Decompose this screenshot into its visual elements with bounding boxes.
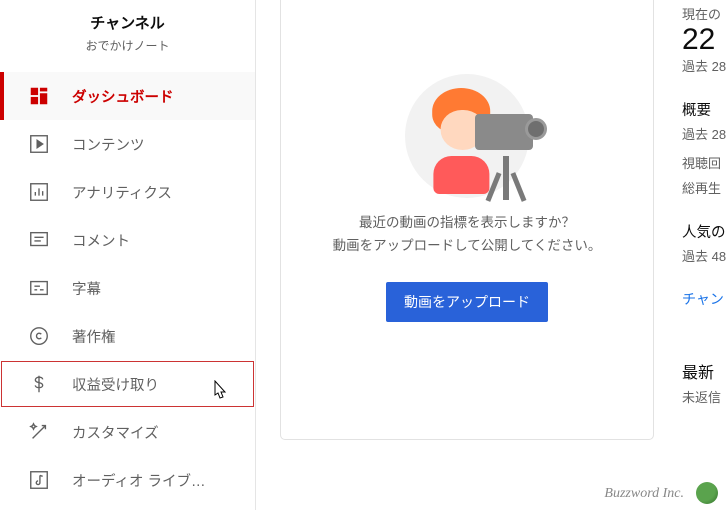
sidebar-item-label: コメント bbox=[72, 230, 130, 251]
sidebar-item-subtitles[interactable]: 字幕 bbox=[0, 264, 255, 312]
news-label: 最新 bbox=[682, 359, 728, 383]
sidebar-item-label: オーディオ ライブ… bbox=[72, 470, 206, 491]
sidebar-item-dashboard[interactable]: ダッシュボード bbox=[0, 72, 255, 120]
sidebar-item-label: 字幕 bbox=[72, 278, 101, 299]
overview-period: 過去 28 bbox=[682, 124, 728, 143]
prompt-line-2: 動画をアップロードして公開してください。 bbox=[333, 235, 602, 258]
popular-label: 人気の bbox=[682, 221, 728, 242]
channel-analytics-link[interactable]: チャン bbox=[682, 289, 728, 309]
prompt-line-1: 最近の動画の指標を表示しますか？ bbox=[333, 212, 602, 235]
sidebar-item-monetization[interactable]: 収益受け取り bbox=[0, 360, 255, 408]
sidebar-nav: ダッシュボード コンテンツ アナリティクス コメント 字幕 bbox=[0, 72, 255, 504]
sidebar-item-label: ダッシュボード bbox=[72, 86, 174, 107]
sidebar-item-label: 収益受け取り bbox=[72, 374, 159, 395]
popular-block: 人気の 過去 48 bbox=[682, 221, 728, 265]
sidebar-item-analytics[interactable]: アナリティクス bbox=[0, 168, 255, 216]
channel-name: おでかけノート bbox=[0, 37, 255, 54]
subscribers-label: 現在の bbox=[682, 4, 728, 23]
subscribers-count: 22 bbox=[682, 23, 728, 56]
copyright-icon bbox=[28, 325, 50, 347]
wand-icon bbox=[28, 421, 50, 443]
sidebar-item-label: カスタマイズ bbox=[72, 422, 159, 443]
dollar-icon bbox=[28, 373, 50, 395]
analytics-link-block[interactable]: チャン bbox=[682, 289, 728, 309]
sidebar: チャンネル おでかけノート ダッシュボード コンテンツ アナリティクス bbox=[0, 0, 256, 510]
views-label: 視聴回 bbox=[682, 153, 728, 172]
sidebar-item-label: アナリティクス bbox=[72, 182, 172, 203]
subscriber-block: 現在の 22 過去 28 bbox=[682, 4, 728, 75]
stats-column: 現在の 22 過去 28 概要 過去 28 視聴回 総再生 人気の 過去 48 … bbox=[682, 4, 728, 430]
footer-brand: Buzzword Inc. bbox=[604, 486, 684, 502]
channel-label: チャンネル bbox=[0, 12, 255, 33]
sidebar-item-label: 著作権 bbox=[72, 326, 116, 347]
news-sub: 未返信 bbox=[682, 387, 728, 406]
subscribers-period: 過去 28 bbox=[682, 56, 728, 75]
play-square-icon bbox=[28, 133, 50, 155]
avatar[interactable] bbox=[696, 482, 718, 504]
upload-prompt-text: 最近の動画の指標を表示しますか？ 動画をアップロードして公開してください。 bbox=[333, 212, 602, 258]
sidebar-item-copyright[interactable]: 著作権 bbox=[0, 312, 255, 360]
subtitles-icon bbox=[28, 277, 50, 299]
upload-video-button[interactable]: 動画をアップロード bbox=[386, 282, 548, 322]
music-note-icon bbox=[28, 469, 50, 491]
watch-label: 総再生 bbox=[682, 178, 728, 197]
sidebar-item-label: コンテンツ bbox=[72, 134, 145, 155]
sidebar-item-audio-library[interactable]: オーディオ ライブ… bbox=[0, 456, 255, 504]
sidebar-item-comments[interactable]: コメント bbox=[0, 216, 255, 264]
sidebar-item-content[interactable]: コンテンツ bbox=[0, 120, 255, 168]
overview-label: 概要 bbox=[682, 99, 728, 120]
news-block: 最新 未返信 bbox=[682, 359, 728, 406]
analytics-icon bbox=[28, 181, 50, 203]
popular-period: 過去 48 bbox=[682, 246, 728, 265]
channel-header: チャンネル おでかけノート bbox=[0, 0, 255, 72]
upload-prompt-card: 最近の動画の指標を表示しますか？ 動画をアップロードして公開してください。 動画… bbox=[280, 0, 654, 440]
comments-icon bbox=[28, 229, 50, 251]
dashboard-icon bbox=[28, 85, 50, 107]
camera-illustration bbox=[397, 72, 537, 200]
overview-block: 概要 過去 28 視聴回 総再生 bbox=[682, 99, 728, 197]
sidebar-item-customize[interactable]: カスタマイズ bbox=[0, 408, 255, 456]
